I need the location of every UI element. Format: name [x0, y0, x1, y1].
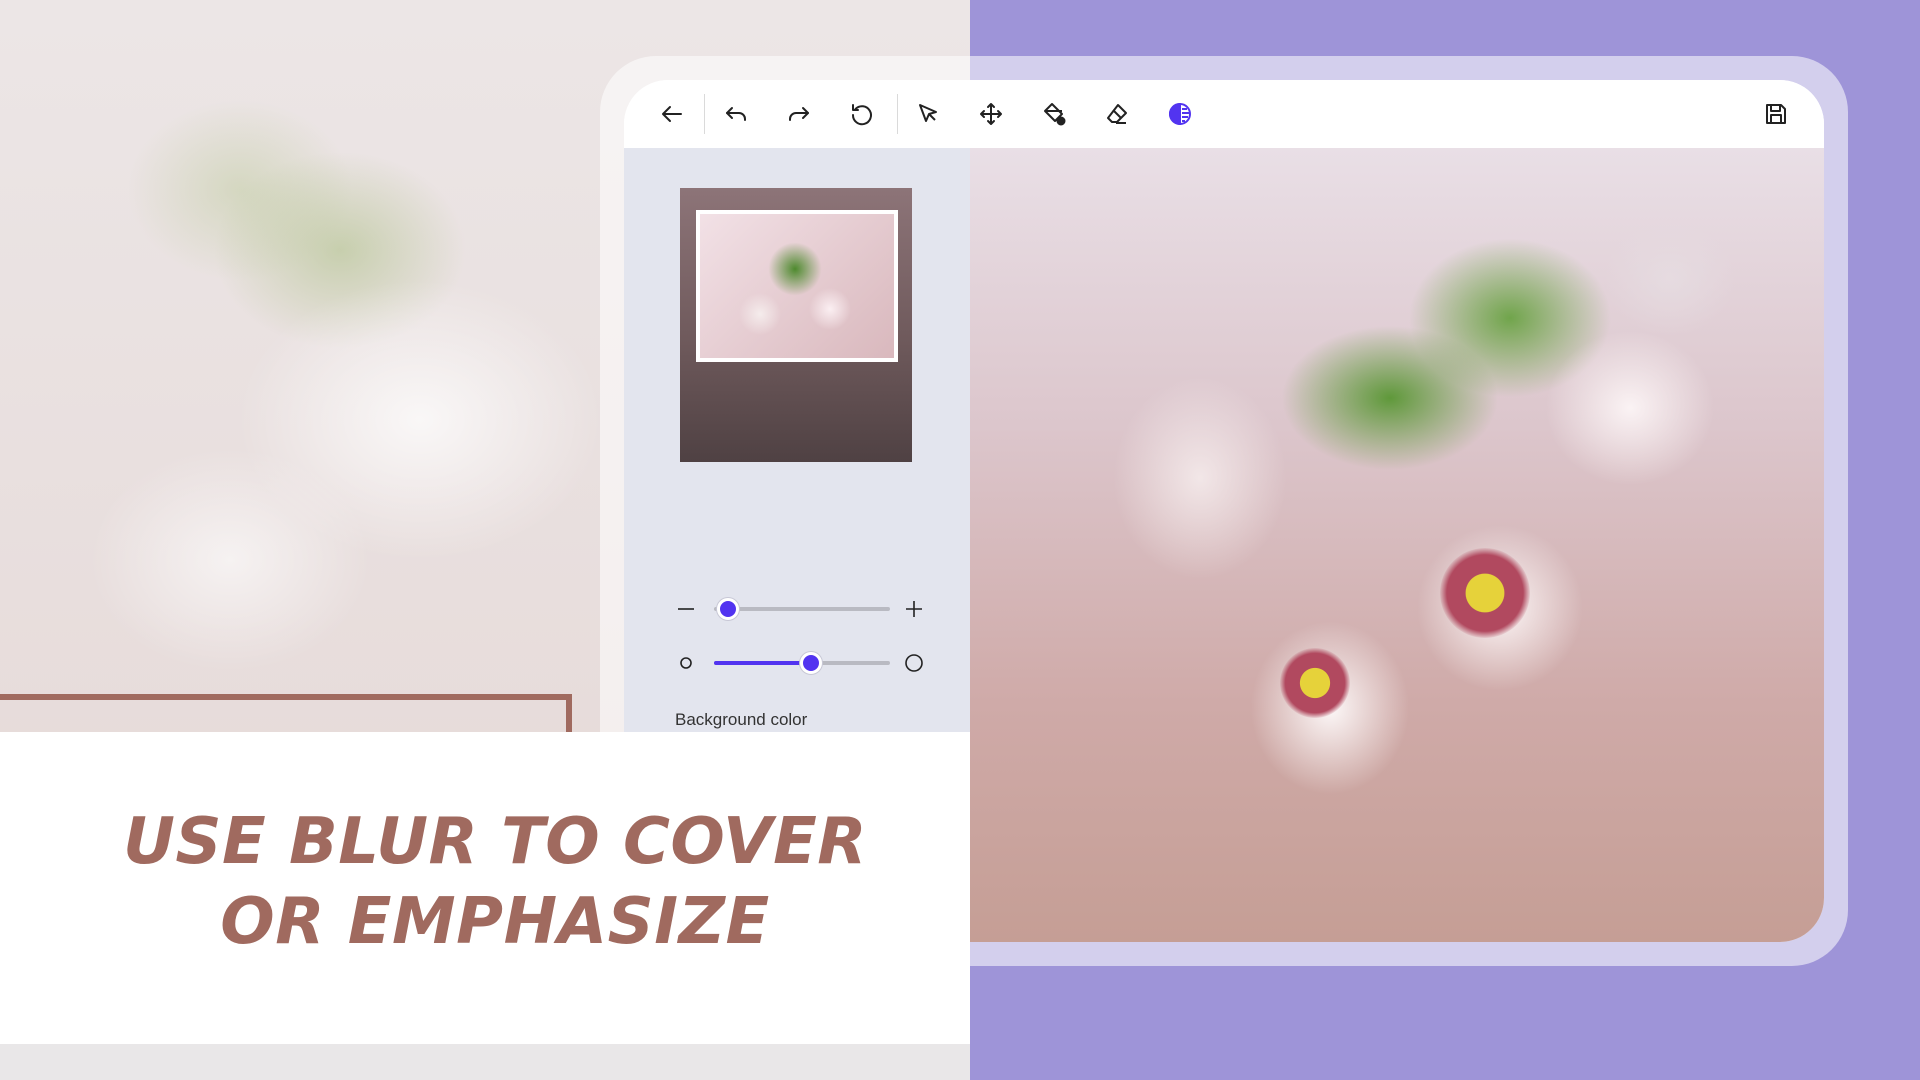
toolbar-divider: [704, 94, 705, 134]
background-fill-button[interactable]: [1032, 92, 1076, 136]
headline-card: USE BLUR TO COVER OR EMPHASIZE: [0, 732, 970, 1044]
plus-icon[interactable]: [902, 597, 926, 621]
toolbar-divider: [897, 94, 898, 134]
blur-strength-slider[interactable]: [674, 648, 924, 678]
move-button[interactable]: [969, 92, 1013, 136]
background-color-label: Background color: [675, 710, 808, 729]
blur-button[interactable]: [1158, 92, 1202, 136]
brush-size-slider[interactable]: [674, 594, 924, 624]
cursor-icon: [919, 104, 937, 122]
flower-center: [1280, 648, 1350, 718]
erase-button[interactable]: [1095, 92, 1139, 136]
preview-thumbnail: [680, 188, 912, 462]
preview-selection-box[interactable]: [696, 210, 898, 362]
slider-thumb[interactable]: [799, 652, 822, 674]
undo-button[interactable]: [714, 92, 758, 136]
blur-icon: [1169, 102, 1191, 126]
bottom-strip: [0, 1044, 970, 1080]
move-icon: [980, 103, 1002, 125]
redo-icon: [789, 107, 809, 121]
save-icon: [1766, 104, 1786, 124]
save-button[interactable]: [1754, 92, 1798, 136]
select-button[interactable]: [906, 92, 950, 136]
eraser-icon: [1107, 104, 1127, 124]
small-circle-icon[interactable]: [674, 651, 698, 675]
redo-button[interactable]: [777, 92, 821, 136]
fill-icon: [1044, 103, 1066, 126]
minus-icon[interactable]: [674, 597, 698, 621]
toolbar: [624, 80, 1824, 148]
headline-line-1: USE BLUR TO COVER: [122, 805, 868, 879]
arrow-left-icon: [662, 106, 682, 122]
slider-track[interactable]: [714, 607, 890, 611]
flower-center: [1440, 548, 1530, 638]
headline: USE BLUR TO COVER OR EMPHASIZE: [0, 802, 990, 962]
reset-button[interactable]: [840, 92, 884, 136]
headline-line-2: OR EMPHASIZE: [220, 885, 770, 959]
canvas-photo[interactable]: [970, 148, 1824, 942]
large-circle-icon[interactable]: [902, 651, 926, 675]
slider-thumb[interactable]: [717, 598, 740, 620]
undo-icon: [726, 107, 746, 121]
reset-icon: [851, 104, 872, 126]
slider-fill: [714, 661, 811, 665]
back-button[interactable]: [650, 92, 694, 136]
